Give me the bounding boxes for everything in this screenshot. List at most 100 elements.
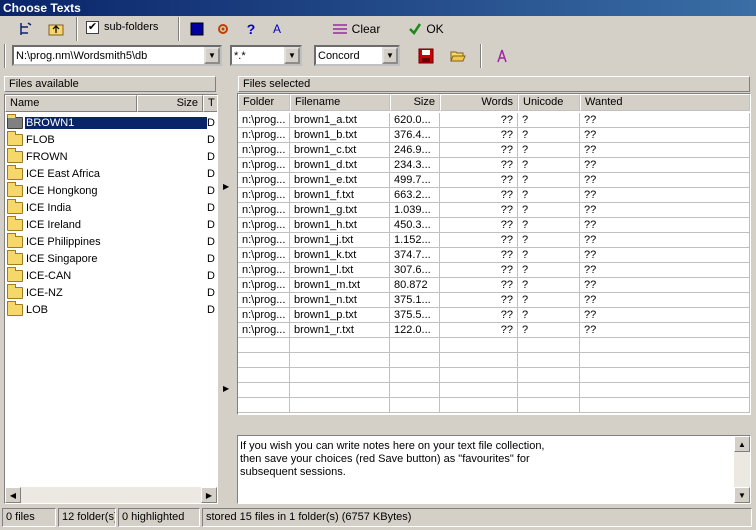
horizontal-scrollbar[interactable]: ◀ ▶ bbox=[5, 487, 217, 503]
path-combo[interactable]: N:\prog.nm\Wordsmith5\db ▼ bbox=[12, 45, 222, 66]
cell-folder bbox=[238, 338, 290, 353]
folder-item[interactable]: ICE-NZ D bbox=[7, 283, 217, 301]
filter-combo[interactable]: *.* ▼ bbox=[230, 45, 302, 66]
folder-item[interactable]: LOB D bbox=[7, 300, 217, 318]
clear-label: Clear bbox=[351, 22, 381, 36]
col-header-type[interactable]: T bbox=[203, 95, 217, 112]
col-header-wanted[interactable]: Wanted bbox=[580, 94, 750, 111]
cell-folder: n:\prog... bbox=[238, 218, 290, 233]
cell-words: ?? bbox=[440, 188, 518, 203]
table-row[interactable]: n:\prog... brown1_a.txt 620.0...????? bbox=[238, 113, 750, 128]
col-header-size[interactable]: Size bbox=[137, 95, 203, 112]
notes-area[interactable]: If you wish you can write notes here on … bbox=[237, 435, 751, 504]
cell-wanted: ?? bbox=[580, 128, 750, 143]
table-row[interactable]: n:\prog... brown1_e.txt 499.7...????? bbox=[238, 173, 750, 188]
scroll-right-icon[interactable]: ▶ bbox=[201, 487, 217, 503]
col-header-unicode[interactable]: Unicode bbox=[518, 94, 580, 111]
tool-combo[interactable]: Concord ▼ bbox=[314, 45, 400, 66]
chevron-down-icon[interactable]: ▼ bbox=[204, 47, 220, 64]
folder-item[interactable]: ICE Hongkong D bbox=[7, 181, 217, 199]
table-row[interactable] bbox=[238, 383, 750, 398]
folder-icon bbox=[7, 181, 23, 197]
cell-words: ?? bbox=[440, 233, 518, 248]
cell-folder: n:\prog... bbox=[238, 293, 290, 308]
folder-item[interactable]: ICE India D bbox=[7, 198, 217, 216]
clear-button[interactable]: Clear bbox=[326, 18, 386, 40]
folder-item[interactable]: ICE Singapore D bbox=[7, 249, 217, 267]
cell-filename bbox=[290, 338, 390, 353]
files-available-list[interactable]: Name Size T BROWN1 D FLOB D FROWN D ICE East A… bbox=[4, 94, 218, 504]
table-row[interactable]: n:\prog... brown1_g.txt 1.039...????? bbox=[238, 203, 750, 218]
folder-name: BROWN1 bbox=[24, 115, 208, 130]
scroll-left-icon[interactable]: ◀ bbox=[5, 487, 21, 503]
table-row[interactable]: n:\prog... brown1_m.txt 80.872????? bbox=[238, 278, 750, 293]
cell-filename: brown1_d.txt bbox=[290, 158, 390, 173]
folder-name: ICE-CAN bbox=[26, 269, 72, 282]
cell-size: 234.3... bbox=[390, 158, 440, 173]
table-row[interactable]: n:\prog... brown1_h.txt 450.3...????? bbox=[238, 218, 750, 233]
scroll-down-icon[interactable]: ▼ bbox=[734, 487, 750, 503]
cell-wanted: ?? bbox=[580, 158, 750, 173]
up-folder-icon bbox=[48, 24, 64, 36]
help-button[interactable]: ? bbox=[240, 18, 262, 40]
col-header-filename[interactable]: Filename bbox=[290, 94, 390, 111]
toolbar-separator bbox=[178, 17, 180, 41]
open-button[interactable] bbox=[446, 45, 470, 67]
files-selected-grid[interactable]: Folder Filename Size Words Unicode Wante… bbox=[237, 93, 751, 415]
font-button[interactable]: A bbox=[266, 18, 288, 40]
folder-item[interactable]: ICE East Africa D bbox=[7, 164, 217, 182]
table-row[interactable] bbox=[238, 353, 750, 368]
tree-view-button[interactable] bbox=[14, 18, 38, 40]
table-row[interactable]: n:\prog... brown1_k.txt 374.7...????? bbox=[238, 248, 750, 263]
table-row[interactable]: n:\prog... brown1_c.txt 246.9...????? bbox=[238, 143, 750, 158]
col-header-name[interactable]: Name bbox=[5, 95, 137, 112]
move-right-icon[interactable]: ▶ bbox=[223, 182, 229, 191]
col-header-folder[interactable]: Folder bbox=[238, 94, 290, 111]
table-row[interactable] bbox=[238, 398, 750, 413]
save-button[interactable] bbox=[414, 45, 438, 67]
table-row[interactable] bbox=[238, 338, 750, 353]
folder-item[interactable]: ICE-CAN D bbox=[7, 266, 217, 284]
folder-name: ICE Hongkong bbox=[26, 184, 98, 197]
folder-item[interactable]: ICE Ireland D bbox=[7, 215, 217, 233]
folder-item[interactable]: FLOB D bbox=[7, 130, 217, 148]
window-title: Choose Texts bbox=[0, 0, 756, 16]
scroll-up-icon[interactable]: ▲ bbox=[734, 436, 750, 452]
table-row[interactable]: n:\prog... brown1_f.txt 663.2...????? bbox=[238, 188, 750, 203]
table-row[interactable]: n:\prog... brown1_j.txt 1.152...????? bbox=[238, 233, 750, 248]
folder-icon bbox=[7, 147, 23, 163]
folder-type: D bbox=[207, 184, 215, 197]
chevron-down-icon[interactable]: ▼ bbox=[382, 47, 398, 64]
table-row[interactable]: n:\prog... brown1_n.txt 375.1...????? bbox=[238, 293, 750, 308]
subfolders-checkbox[interactable]: ✔ bbox=[86, 21, 99, 34]
table-row[interactable] bbox=[238, 368, 750, 383]
vertical-scrollbar[interactable]: ▲ ▼ bbox=[734, 436, 750, 503]
table-row[interactable]: n:\prog... brown1_d.txt 234.3...????? bbox=[238, 158, 750, 173]
cell-words: ?? bbox=[440, 143, 518, 158]
compass-button[interactable] bbox=[490, 45, 514, 67]
table-row[interactable]: n:\prog... brown1_p.txt 375.5...????? bbox=[238, 308, 750, 323]
folder-name: LOB bbox=[26, 303, 49, 316]
ok-button[interactable]: OK bbox=[404, 18, 448, 40]
panel-splitter[interactable]: ▶ ▶ bbox=[220, 76, 234, 504]
col-header-size[interactable]: Size bbox=[390, 94, 440, 111]
settings-button[interactable] bbox=[212, 18, 234, 40]
up-folder-button[interactable] bbox=[44, 18, 68, 40]
cell-filename: brown1_l.txt bbox=[290, 263, 390, 278]
col-header-words[interactable]: Words bbox=[440, 94, 518, 111]
cell-size: 663.2... bbox=[390, 188, 440, 203]
cell-folder: n:\prog... bbox=[238, 158, 290, 173]
folder-item[interactable]: BROWN1 D bbox=[7, 113, 217, 131]
table-row[interactable]: n:\prog... brown1_r.txt 122.0...????? bbox=[238, 323, 750, 338]
colour-square-icon bbox=[190, 22, 204, 36]
cell-unicode: ? bbox=[518, 293, 580, 308]
colour-button[interactable] bbox=[186, 18, 208, 40]
move-right-icon[interactable]: ▶ bbox=[223, 384, 229, 393]
grid-footer bbox=[237, 415, 751, 433]
folder-item[interactable]: ICE Philippines D bbox=[7, 232, 217, 250]
status-stored: stored 15 files in 1 folder(s) (6757 KBy… bbox=[202, 508, 752, 527]
folder-item[interactable]: FROWN D bbox=[7, 147, 217, 165]
table-row[interactable]: n:\prog... brown1_b.txt 376.4...????? bbox=[238, 128, 750, 143]
chevron-down-icon[interactable]: ▼ bbox=[284, 47, 300, 64]
table-row[interactable]: n:\prog... brown1_l.txt 307.6...????? bbox=[238, 263, 750, 278]
